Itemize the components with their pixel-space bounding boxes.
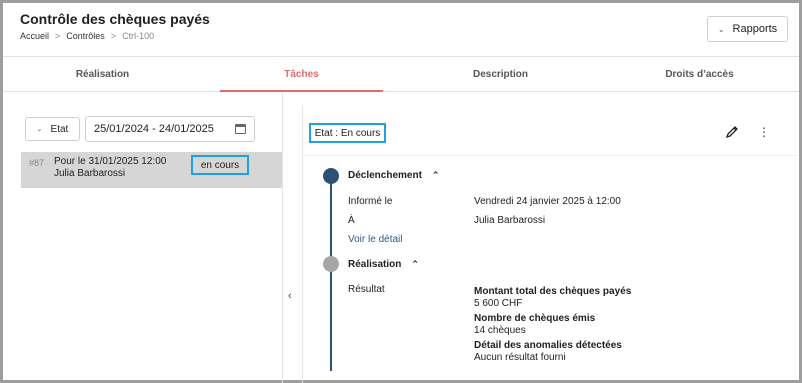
resultat-label: Résultat <box>348 284 385 295</box>
task-list-panel: ⌄ Etat 25/01/2024 - 24/01/2025 #87 Pour … <box>3 93 283 383</box>
etat-filter-label: Etat <box>50 123 69 135</box>
tab-description[interactable]: Description <box>401 57 600 91</box>
pencil-icon[interactable] <box>725 125 739 139</box>
task-status-badge: en cours <box>191 155 249 175</box>
chevron-up-icon[interactable]: ⌃ <box>411 259 419 270</box>
breadcrumb-separator-icon: > <box>110 31 117 41</box>
result-title: Nombre de chèques émis <box>474 313 596 324</box>
section-declenchement[interactable]: Déclenchement ⌃ <box>348 170 439 181</box>
voir-detail-link[interactable]: Voir le détail <box>348 234 402 245</box>
result-item: Montant total des chèques payés 5 600 CH… <box>474 286 631 310</box>
timeline-line <box>330 177 332 371</box>
informe-value: Vendredi 24 janvier 2025 à 12:00 <box>474 196 621 207</box>
section-declenchement-title: Déclenchement <box>348 170 422 181</box>
section-realisation[interactable]: Réalisation ⌃ <box>348 259 419 270</box>
etat-filter-button[interactable]: ⌄ Etat <box>25 117 80 141</box>
breadcrumb: Accueil > Contrôles > Ctrl-100 <box>20 31 154 41</box>
breadcrumb-home[interactable]: Accueil <box>20 31 49 41</box>
result-value: 14 chèques <box>474 325 526 336</box>
page-title: Contrôle des chèques payés <box>20 11 210 27</box>
timeline-step-active-icon <box>323 168 339 184</box>
result-item: Détail des anomalies détectées Aucun rés… <box>474 340 622 364</box>
section-realisation-title: Réalisation <box>348 259 402 270</box>
chevron-left-icon[interactable]: ‹ <box>288 290 292 302</box>
informe-label: Informé le <box>348 196 393 207</box>
tab-droits-acces[interactable]: Droits d’accès <box>600 57 799 91</box>
task-due-date: Pour le 31/01/2025 12:00 <box>54 156 167 167</box>
result-title: Montant total des chèques payés <box>474 286 632 297</box>
task-state-label: Etat : En cours <box>309 123 386 143</box>
divider <box>304 155 797 156</box>
breadcrumb-separator-icon: > <box>55 31 61 41</box>
a-label: À <box>348 215 355 226</box>
breadcrumb-current: Ctrl-100 <box>122 31 155 41</box>
page-header: Contrôle des chèques payés Accueil > Con… <box>3 3 799 57</box>
task-id: #87 <box>29 158 45 168</box>
timeline-step-pending-icon <box>323 256 339 272</box>
a-value: Julia Barbarossi <box>474 215 546 226</box>
task-summary: Pour le 31/01/2025 12:00 Julia Barbaross… <box>54 156 166 180</box>
reports-button[interactable]: ⌄ Rapports <box>707 16 788 42</box>
chevron-down-icon: ⌄ <box>36 126 43 133</box>
task-assignee: Julia Barbarossi <box>54 168 126 179</box>
chevron-down-icon: ⌄ <box>717 24 725 34</box>
tab-realisation[interactable]: Réalisation <box>3 57 202 91</box>
collapse-panel-strip[interactable] <box>283 105 303 383</box>
task-list-item[interactable]: #87 Pour le 31/01/2025 12:00 Julia Barba… <box>21 152 282 188</box>
tab-bar: Réalisation Tâches Description Droits d’… <box>3 57 799 92</box>
result-value: 5 600 CHF <box>474 298 523 309</box>
date-range-value: 25/01/2024 - 24/01/2025 <box>94 123 214 135</box>
result-item: Nombre de chèques émis 14 chèques <box>474 313 595 337</box>
result-value: Aucun résultat fourni <box>474 352 566 363</box>
date-range-input[interactable]: 25/01/2024 - 24/01/2025 <box>85 116 255 142</box>
more-vertical-icon[interactable]: ⋮ <box>757 125 771 139</box>
chevron-up-icon[interactable]: ⌃ <box>432 170 440 181</box>
app-window: Contrôle des chèques payés Accueil > Con… <box>0 0 802 383</box>
tab-taches[interactable]: Tâches <box>202 57 401 92</box>
reports-button-label: Rapports <box>732 23 778 35</box>
breadcrumb-controles[interactable]: Contrôles <box>66 31 105 41</box>
calendar-icon[interactable] <box>235 124 246 134</box>
result-title: Détail des anomalies détectées <box>474 340 622 351</box>
